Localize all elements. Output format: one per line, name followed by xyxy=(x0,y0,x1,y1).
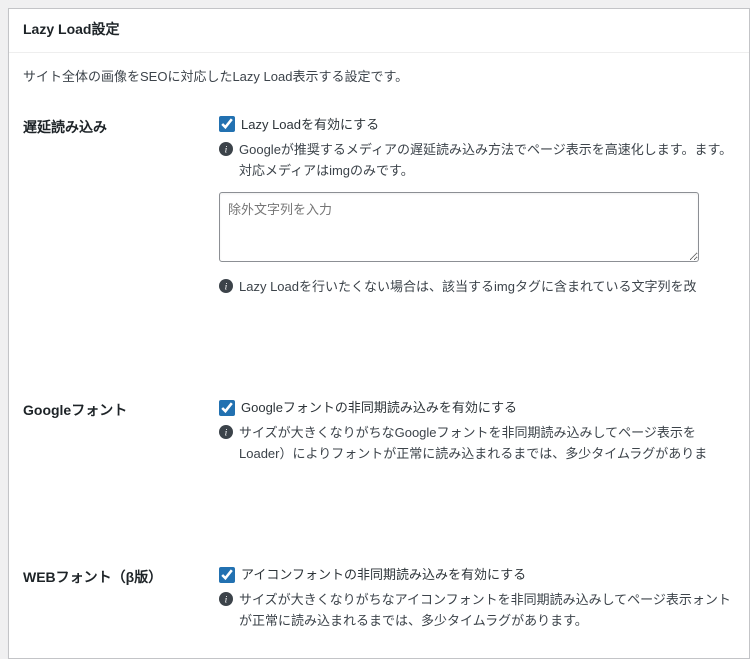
googlefont-hint-text: サイズが大きくなりがちなGoogleフォントを非同期読み込みしてページ表示をLo… xyxy=(239,423,735,465)
lazyload-hint-1: i Googleが推奨するメディアの遅延読み込み方法でページ表示を高速化します。… xyxy=(219,140,735,182)
lazyload-checkbox-label[interactable]: Lazy Loadを有効にする xyxy=(241,115,379,135)
lazyload-checkbox[interactable] xyxy=(219,116,235,132)
svg-text:i: i xyxy=(225,145,228,156)
webfont-checkbox[interactable] xyxy=(219,567,235,583)
row-spacer-1 xyxy=(9,324,749,380)
settings-table: 遅延読み込み Lazy Loadを有効にする i Googleが推奨するメディア… xyxy=(9,97,749,659)
row-googlefont: Googleフォント Googleフォントの非同期読み込みを有効にする i サイ… xyxy=(9,380,749,491)
webfont-checkbox-row: アイコンフォントの非同期読み込みを有効にする xyxy=(219,565,735,585)
panel-description: サイト全体の画像をSEOに対応したLazy Load表示する設定です。 xyxy=(9,53,749,97)
info-icon: i xyxy=(219,279,233,293)
row-googlefont-heading: Googleフォント xyxy=(9,380,219,491)
lazyload-hint-2: i Lazy Loadを行いたくない場合は、該当するimgタグに含まれている文字… xyxy=(219,277,735,298)
row-spacer-2 xyxy=(9,491,749,547)
googlefont-checkbox[interactable] xyxy=(219,400,235,416)
webfont-checkbox-label[interactable]: アイコンフォントの非同期読み込みを有効にする xyxy=(241,565,526,585)
lazyload-checkbox-row: Lazy Loadを有効にする xyxy=(219,115,735,135)
row-webfont-heading: WEBフォント（β版） xyxy=(9,547,219,658)
svg-text:i: i xyxy=(225,595,228,606)
lazyload-exclude-textarea[interactable] xyxy=(219,192,699,262)
lazyload-hint-1-text: Googleが推奨するメディアの遅延読み込み方法でページ表示を高速化します。ます… xyxy=(239,140,735,182)
lazyload-hint-2-text: Lazy Loadを行いたくない場合は、該当するimgタグに含まれている文字列を… xyxy=(239,277,697,298)
info-icon: i xyxy=(219,592,233,606)
googlefont-hint: i サイズが大きくなりがちなGoogleフォントを非同期読み込みしてページ表示を… xyxy=(219,423,735,465)
row-lazyload: 遅延読み込み Lazy Loadを有効にする i Googleが推奨するメディア… xyxy=(9,97,749,324)
panel-title: Lazy Load設定 xyxy=(23,19,735,40)
googlefont-checkbox-label[interactable]: Googleフォントの非同期読み込みを有効にする xyxy=(241,398,517,418)
settings-panel: Lazy Load設定 サイト全体の画像をSEOに対応したLazy Load表示… xyxy=(8,8,750,659)
webfont-hint-text: サイズが大きくなりがちなアイコンフォントを非同期読み込みしてページ表示ォントが正… xyxy=(239,590,735,632)
info-icon: i xyxy=(219,142,233,156)
panel-header: Lazy Load設定 xyxy=(9,9,749,53)
lazyload-exclude-wrap xyxy=(219,192,735,268)
googlefont-checkbox-row: Googleフォントの非同期読み込みを有効にする xyxy=(219,398,735,418)
svg-text:i: i xyxy=(225,282,228,293)
webfont-hint: i サイズが大きくなりがちなアイコンフォントを非同期読み込みしてページ表示ォント… xyxy=(219,590,735,632)
row-webfont: WEBフォント（β版） アイコンフォントの非同期読み込みを有効にする i サイズ… xyxy=(9,547,749,658)
svg-text:i: i xyxy=(225,428,228,439)
row-lazyload-heading: 遅延読み込み xyxy=(9,97,219,324)
info-icon: i xyxy=(219,425,233,439)
